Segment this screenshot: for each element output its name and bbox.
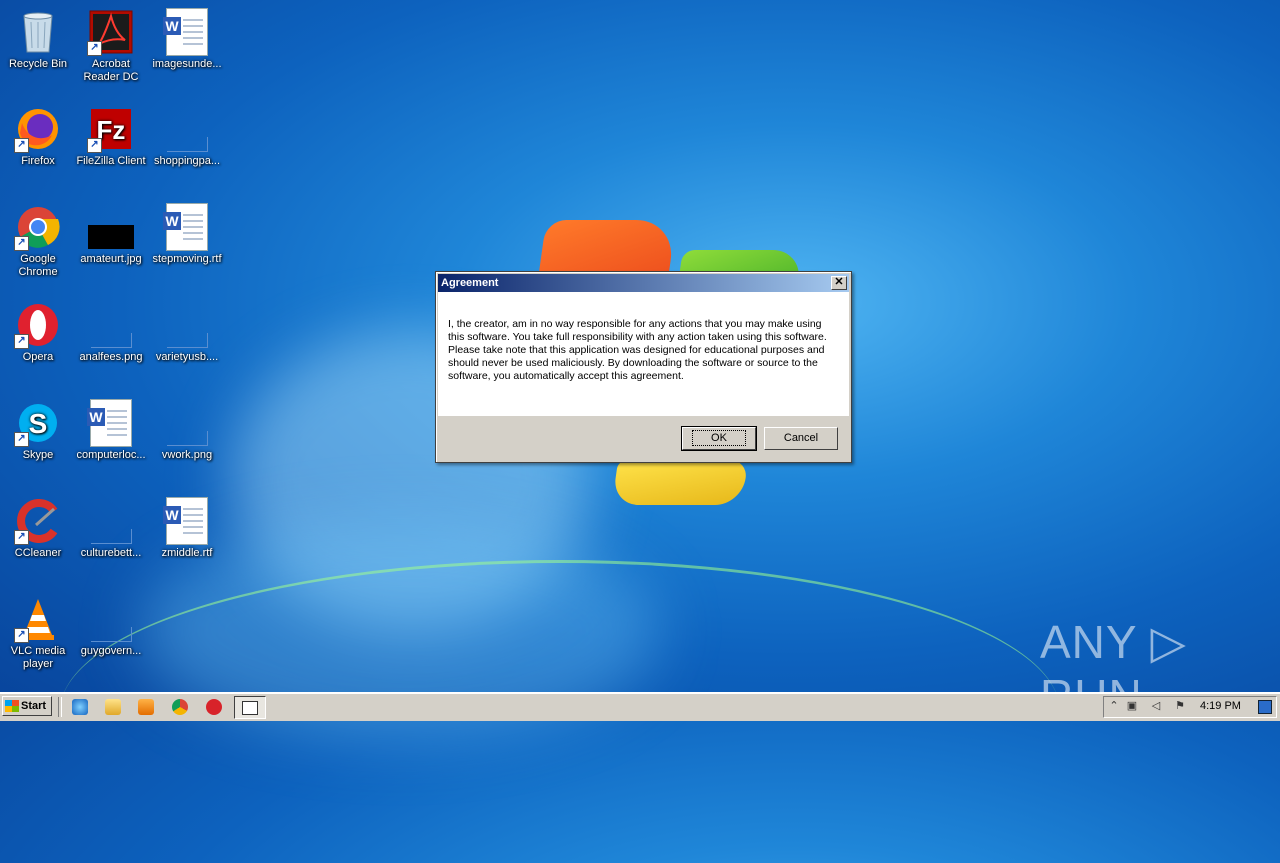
- desktop-icon-stepmoving-rtf[interactable]: W stepmoving.rtf: [149, 203, 225, 266]
- desktop-icon-filezilla[interactable]: Fz ↗ FileZilla Client: [73, 105, 149, 168]
- icon-label: Opera: [22, 351, 54, 363]
- desktop-icon-imagesunde[interactable]: W imagesunde...: [149, 8, 225, 71]
- icon-label: varietyusb....: [155, 351, 219, 363]
- volume-icon[interactable]: ◁: [1150, 700, 1162, 712]
- filezilla-icon: Fz ↗: [87, 105, 135, 153]
- icon-label: zmiddle.rtf: [161, 547, 213, 559]
- agreement-message: I, the creator, am in no way responsible…: [448, 318, 827, 382]
- image-file-icon: [163, 399, 211, 447]
- word-document-icon: W: [163, 8, 211, 56]
- taskbar-separator: [58, 697, 62, 717]
- desktop-icon-recycle-bin[interactable]: Recycle Bin: [0, 8, 76, 71]
- icon-label: stepmoving.rtf: [152, 253, 222, 265]
- cancel-button[interactable]: Cancel: [764, 427, 838, 450]
- desktop-icon-computerloc[interactable]: W computerloc...: [73, 399, 149, 462]
- shortcut-arrow-icon: ↗: [14, 530, 29, 545]
- desktop-icon-zmiddle-rtf[interactable]: W zmiddle.rtf: [149, 497, 225, 560]
- desktop-icon-vwork-png[interactable]: vwork.png: [149, 399, 225, 462]
- firefox-icon: ↗: [14, 105, 62, 153]
- close-icon[interactable]: ✕: [831, 276, 847, 290]
- shortcut-arrow-icon: ↗: [14, 432, 29, 447]
- icon-label: VLC media player: [10, 645, 66, 670]
- shortcut-arrow-icon: ↗: [87, 138, 102, 153]
- chevron-up-icon[interactable]: ⌃: [1108, 700, 1120, 712]
- skype-icon: S ↗: [14, 399, 62, 447]
- acrobat-icon: ↗: [87, 8, 135, 56]
- desktop-icon-firefox[interactable]: ↗ Firefox: [0, 105, 76, 168]
- desktop-icon-opera[interactable]: ↗ Opera: [0, 301, 76, 364]
- desktop-icon-amateurt-jpg[interactable]: amateurt.jpg: [73, 203, 149, 266]
- image-file-icon: [87, 595, 135, 643]
- shortcut-arrow-icon: ↗: [14, 628, 29, 643]
- action-center-flag-icon[interactable]: ⚑: [1174, 700, 1186, 712]
- desktop-icon-shoppingpa[interactable]: shoppingpa...: [149, 105, 225, 168]
- image-file-icon: [163, 301, 211, 349]
- internet-explorer-icon[interactable]: [72, 699, 88, 715]
- desktop-icon-guygovern[interactable]: guygovern...: [73, 595, 149, 658]
- wallpaper-flag-yellow: [611, 460, 749, 505]
- image-file-icon: [87, 301, 135, 349]
- ccleaner-icon: ↗: [14, 497, 62, 545]
- icon-label: Skype: [22, 449, 54, 461]
- app-window-icon: [242, 701, 258, 715]
- opera-taskbar-icon[interactable]: [206, 699, 222, 715]
- icon-label: vwork.png: [161, 449, 213, 461]
- taskbar: Start ⌃ ▣ ◁ ⚑ 4:19 PM: [0, 692, 1280, 721]
- icon-label: analfees.png: [79, 351, 143, 363]
- network-icon[interactable]: ▣: [1126, 700, 1138, 712]
- clock[interactable]: 4:19 PM: [1200, 700, 1241, 712]
- show-desktop-icon[interactable]: [1258, 700, 1272, 714]
- word-document-icon: W: [163, 203, 211, 251]
- shortcut-arrow-icon: ↗: [87, 41, 102, 56]
- chrome-icon: ↗: [14, 203, 62, 251]
- icon-label: FileZilla Client: [76, 155, 146, 167]
- icon-label: imagesunde...: [152, 58, 222, 70]
- desktop-icon-google-chrome[interactable]: ↗ Google Chrome: [0, 203, 76, 279]
- system-tray: ⌃ ▣ ◁ ⚑ 4:19 PM: [1103, 696, 1277, 718]
- icon-label: culturebett...: [80, 547, 142, 559]
- icon-label: guygovern...: [80, 645, 142, 657]
- windows-logo-icon: [5, 700, 19, 712]
- icon-label: Acrobat Reader DC: [83, 58, 139, 83]
- vlc-cone-icon: ↗: [14, 595, 62, 643]
- icon-label: computerloc...: [76, 449, 146, 461]
- opera-icon: ↗: [14, 301, 62, 349]
- desktop-icon-varietyusb[interactable]: varietyusb....: [149, 301, 225, 364]
- image-file-icon: [163, 105, 211, 153]
- svg-text:S: S: [29, 408, 48, 439]
- dialog-title: Agreement: [441, 277, 499, 289]
- desktop-icon-culturebett[interactable]: culturebett...: [73, 497, 149, 560]
- start-label: Start: [21, 700, 47, 712]
- desktop-icon-skype[interactable]: S ↗ Skype: [0, 399, 76, 462]
- chrome-taskbar-icon[interactable]: [172, 699, 188, 715]
- shortcut-arrow-icon: ↗: [14, 236, 29, 251]
- desktop-icon-analfees-png[interactable]: analfees.png: [73, 301, 149, 364]
- agreement-dialog: Agreement ✕ I, the creator, am in no way…: [435, 271, 852, 463]
- start-button[interactable]: Start: [2, 696, 52, 716]
- ok-button[interactable]: OK: [681, 426, 757, 451]
- icon-label: amateurt.jpg: [80, 253, 142, 265]
- recycle-bin-icon: [14, 8, 62, 56]
- shortcut-arrow-icon: ↗: [14, 334, 29, 349]
- desktop-icon-acrobat[interactable]: ↗ Acrobat Reader DC: [73, 8, 149, 84]
- dialog-titlebar[interactable]: Agreement ✕: [438, 274, 849, 292]
- desktop-icon-ccleaner[interactable]: ↗ CCleaner: [0, 497, 76, 560]
- word-document-icon: W: [163, 497, 211, 545]
- icon-label: Google Chrome: [18, 253, 58, 278]
- image-thumbnail-icon: [87, 203, 135, 251]
- icon-label: Recycle Bin: [8, 58, 68, 70]
- active-window-button[interactable]: [234, 696, 266, 719]
- shortcut-arrow-icon: ↗: [14, 138, 29, 153]
- media-player-icon[interactable]: [138, 699, 154, 715]
- dialog-message-area: I, the creator, am in no way responsible…: [438, 292, 849, 416]
- icon-label: shoppingpa...: [153, 155, 221, 167]
- desktop-icon-vlc[interactable]: ↗ VLC media player: [0, 595, 76, 671]
- file-explorer-icon[interactable]: [105, 699, 121, 715]
- icon-label: Firefox: [21, 155, 55, 167]
- word-document-icon: W: [87, 399, 135, 447]
- image-file-icon: [87, 497, 135, 545]
- icon-label: CCleaner: [14, 547, 62, 559]
- ok-button-label: OK: [692, 430, 746, 446]
